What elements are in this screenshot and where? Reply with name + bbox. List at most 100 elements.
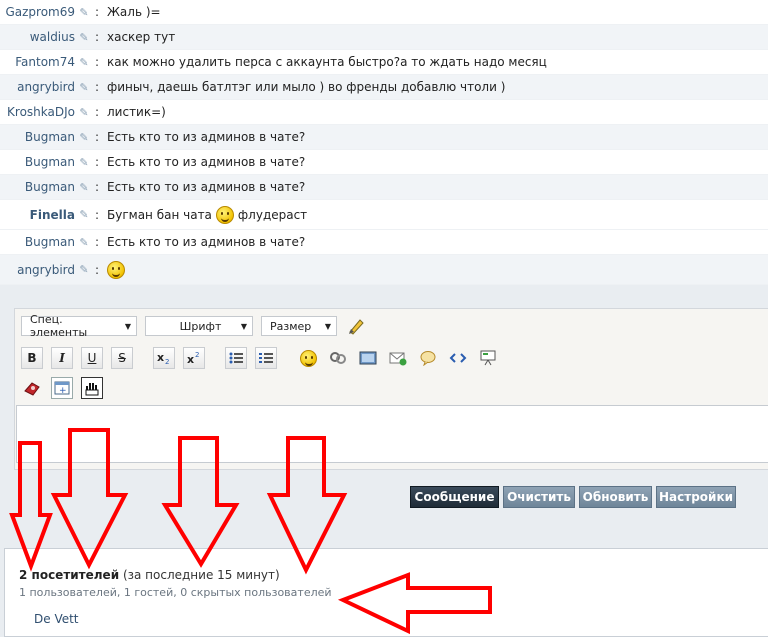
pin-icon[interactable]: ✎ <box>77 181 91 194</box>
visitor-user-link[interactable]: De Vett <box>34 612 79 626</box>
media-icon <box>24 382 40 396</box>
bullet-list-button[interactable] <box>225 347 247 369</box>
editor-toolbar-row-3: + <box>21 377 103 399</box>
pin-icon[interactable]: ✎ <box>77 31 91 44</box>
svg-text:2: 2 <box>195 351 199 359</box>
pin-icon[interactable]: ✎ <box>77 131 91 144</box>
chat-separator: : <box>94 207 100 222</box>
chat-log: Gazprom69 ✎ : Жаль )= waldius ✎ : хаскер… <box>0 0 768 285</box>
numbered-list-icon <box>259 353 273 363</box>
chevron-down-icon: ▼ <box>324 321 331 331</box>
strike-button[interactable]: S <box>111 347 133 369</box>
chat-message: хаскер тут <box>107 30 176 44</box>
chat-message-text: Бугман бан чата <box>107 207 212 222</box>
insert-code-button[interactable] <box>447 347 469 369</box>
insert-quote-button[interactable] <box>417 347 439 369</box>
visitors-panel: 2 посетителей (за последние 15 минут) 1 … <box>4 548 768 637</box>
chat-nick[interactable]: waldius <box>0 30 75 44</box>
smiley-icon <box>215 205 234 224</box>
insert-media-button[interactable] <box>21 377 43 399</box>
chat-row: waldius ✎ : хаскер тут <box>0 25 768 50</box>
insert-image-button[interactable] <box>357 347 379 369</box>
chat-message <box>103 260 768 279</box>
chat-row: Bugman ✎ : Есть кто то из админов в чате… <box>0 125 768 150</box>
send-message-button[interactable]: Сообщение <box>410 486 499 508</box>
chat-nick[interactable]: Gazprom69 <box>0 5 75 19</box>
font-dropdown[interactable]: Шрифт ▼ <box>145 316 253 336</box>
chat-separator: : <box>94 180 100 194</box>
code-icon <box>449 353 467 363</box>
svg-text:x: x <box>187 353 194 365</box>
insert-link-button[interactable] <box>327 347 349 369</box>
chat-message: Есть кто то из админов в чате? <box>107 235 306 249</box>
chat-nick[interactable]: Bugman <box>0 130 75 144</box>
hand-icon <box>85 383 99 396</box>
image-icon <box>359 351 377 365</box>
pin-icon[interactable]: ✎ <box>77 263 91 276</box>
chat-separator: : <box>94 30 100 44</box>
pin-icon[interactable]: ✎ <box>77 56 91 69</box>
superscript-button[interactable]: x2 <box>183 347 205 369</box>
chat-nick[interactable]: Bugman <box>0 235 75 249</box>
underline-button[interactable]: U <box>81 347 103 369</box>
chat-separator: : <box>94 130 100 144</box>
svg-text:x: x <box>157 351 164 364</box>
insert-hide-button[interactable] <box>81 377 103 399</box>
pin-icon[interactable]: ✎ <box>77 106 91 119</box>
chat-row: Finella ✎ : Бугман бан чата флудераст <box>0 200 768 230</box>
chat-nick[interactable]: Finella <box>0 208 75 222</box>
message-input[interactable] <box>16 405 768 463</box>
insert-smiley-button[interactable] <box>297 347 319 369</box>
font-label: Шрифт <box>179 319 222 333</box>
insert-spoiler-button[interactable] <box>477 347 499 369</box>
visitors-title: 2 посетителей (за последние 15 минут) <box>19 568 280 582</box>
visitors-breakdown: 1 пользователей, 1 гостей, 0 скрытых пол… <box>19 586 332 599</box>
smiley-icon <box>107 260 125 279</box>
pin-icon[interactable]: ✎ <box>77 81 91 94</box>
chat-separator: : <box>94 105 100 119</box>
size-label: Размер <box>270 319 312 333</box>
chat-message: как можно удалить перса с аккаунта быстр… <box>107 55 547 69</box>
chat-nick[interactable]: Bugman <box>0 155 75 169</box>
settings-button[interactable]: Настройки <box>656 486 736 508</box>
numbered-list-button[interactable] <box>255 347 277 369</box>
chat-nick[interactable]: angrybird <box>0 263 75 277</box>
chat-nick[interactable]: angrybird <box>0 80 75 94</box>
pin-icon[interactable]: ✎ <box>77 236 91 249</box>
chat-row: Fantom74 ✎ : как можно удалить перса с а… <box>0 50 768 75</box>
presentation-icon <box>480 350 496 366</box>
superscript-icon: x2 <box>187 351 199 365</box>
bold-button[interactable]: B <box>21 347 43 369</box>
refresh-button[interactable]: Обновить <box>579 486 652 508</box>
chat-nick[interactable]: Bugman <box>0 180 75 194</box>
remove-format-button[interactable] <box>345 315 367 337</box>
insert-email-button[interactable] <box>387 347 409 369</box>
chat-row: Bugman ✎ : Есть кто то из админов в чате… <box>0 150 768 175</box>
chat-nick[interactable]: Fantom74 <box>0 55 75 69</box>
table-icon: + <box>54 381 70 395</box>
insert-table-button[interactable]: + <box>51 377 73 399</box>
visitors-period: (за последние 15 минут) <box>122 568 280 582</box>
pin-icon[interactable]: ✎ <box>77 6 91 19</box>
italic-button[interactable]: I <box>51 347 73 369</box>
pin-icon[interactable]: ✎ <box>77 208 91 221</box>
size-dropdown[interactable]: Размер ▼ <box>261 316 337 336</box>
chat-message: листик=) <box>107 105 166 119</box>
chat-separator: : <box>94 55 100 69</box>
special-elements-dropdown[interactable]: Спец. элементы ▼ <box>21 313 137 339</box>
pin-icon[interactable]: ✎ <box>77 156 91 169</box>
chat-separator: : <box>94 5 100 19</box>
chat-separator: : <box>94 80 100 94</box>
pencil-icon <box>349 319 364 335</box>
chat-nick[interactable]: KroshkaDJo <box>0 105 75 119</box>
chat-row: KroshkaDJo ✎ : листик=) <box>0 100 768 125</box>
message-editor: Спец. элементы ▼ Шрифт ▼ Размер ▼ B I U … <box>14 308 768 470</box>
editor-toolbar-row-2: B I U S x2 x2 <box>21 347 499 369</box>
bullet-list-icon <box>229 352 243 364</box>
svg-text:2: 2 <box>165 358 169 365</box>
chat-separator: : <box>94 155 100 169</box>
chat-message: Жаль )= <box>107 5 161 19</box>
clear-button[interactable]: Очистить <box>503 486 575 508</box>
subscript-button[interactable]: x2 <box>153 347 175 369</box>
chat-message: финыч, даешь батлтэг или мыло ) во френд… <box>107 80 506 94</box>
